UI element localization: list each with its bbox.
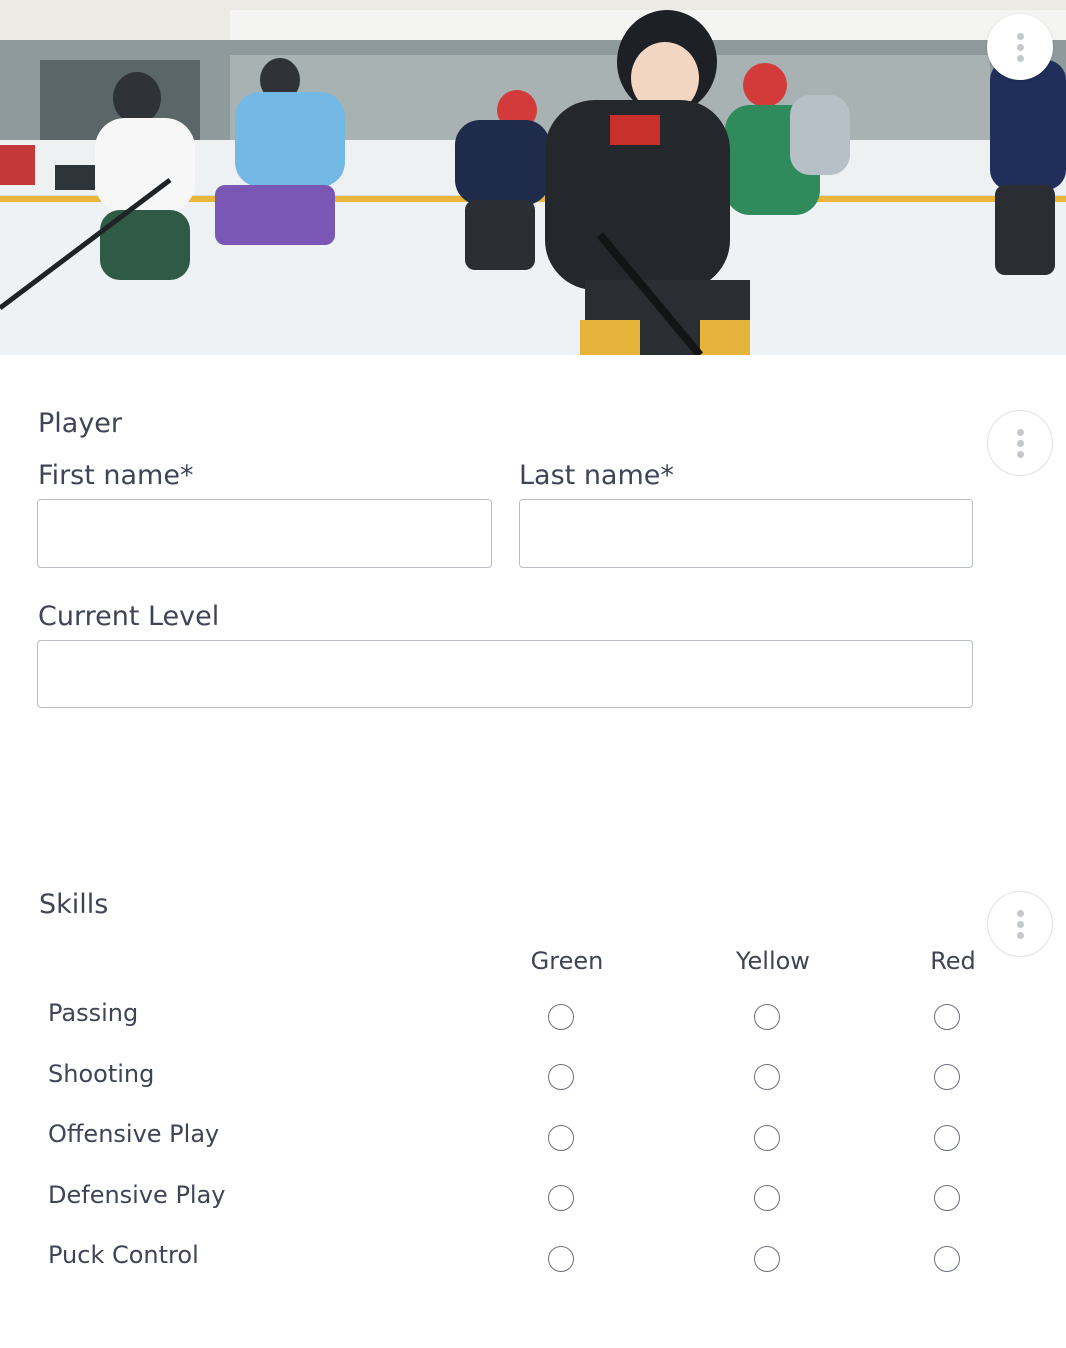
more-vertical-icon (1016, 909, 1024, 917)
more-vertical-icon (1016, 428, 1024, 436)
skill-row-label-offensive-play: Offensive Play (48, 1120, 220, 1148)
skill-row-label-passing: Passing (48, 999, 139, 1027)
more-vertical-icon-dot (1016, 54, 1024, 62)
hockey-practice-photo (0, 0, 1066, 355)
last-name-input[interactable] (519, 499, 973, 568)
passing-yellow-radio[interactable] (754, 1004, 780, 1030)
offensive-play-green-radio[interactable] (548, 1125, 574, 1151)
shooting-yellow-radio[interactable] (754, 1064, 780, 1090)
current-level-input[interactable] (37, 640, 973, 708)
first-name-label: First name* (38, 460, 194, 491)
more-vertical-icon (1016, 32, 1024, 40)
passing-green-radio[interactable] (548, 1004, 574, 1030)
more-vertical-icon-dot (1016, 920, 1024, 928)
defensive-play-red-radio[interactable] (934, 1185, 960, 1211)
puck-control-red-radio[interactable] (934, 1246, 960, 1272)
skill-row-label-puck-control: Puck Control (48, 1241, 199, 1269)
more-vertical-icon-dot (1016, 450, 1024, 458)
skill-row-label-defensive-play: Defensive Play (48, 1181, 226, 1209)
skill-row-label-shooting: Shooting (48, 1060, 155, 1088)
skills-section-title: Skills (39, 889, 109, 920)
header-image (0, 0, 1066, 355)
shooting-green-radio[interactable] (548, 1064, 574, 1090)
shooting-red-radio[interactable] (934, 1064, 960, 1090)
column-header-red: Red (930, 947, 976, 975)
passing-red-radio[interactable] (934, 1004, 960, 1030)
more-vertical-icon-dot (1016, 439, 1024, 447)
defensive-play-yellow-radio[interactable] (754, 1185, 780, 1211)
column-header-yellow: Yellow (736, 947, 810, 975)
more-vertical-icon-dot (1016, 43, 1024, 51)
column-header-green: Green (530, 947, 604, 975)
more-vertical-icon-dot (1016, 931, 1024, 939)
player-section-title: Player (38, 408, 123, 439)
offensive-play-red-radio[interactable] (934, 1125, 960, 1151)
first-name-input[interactable] (37, 499, 492, 568)
puck-control-green-radio[interactable] (548, 1246, 574, 1272)
defensive-play-green-radio[interactable] (548, 1185, 574, 1211)
player-section-more-options-button[interactable] (987, 410, 1053, 476)
puck-control-yellow-radio[interactable] (754, 1246, 780, 1272)
current-level-label: Current Level (38, 601, 220, 632)
last-name-label: Last name* (519, 460, 674, 491)
header-more-options-button[interactable] (987, 14, 1053, 80)
offensive-play-yellow-radio[interactable] (754, 1125, 780, 1151)
